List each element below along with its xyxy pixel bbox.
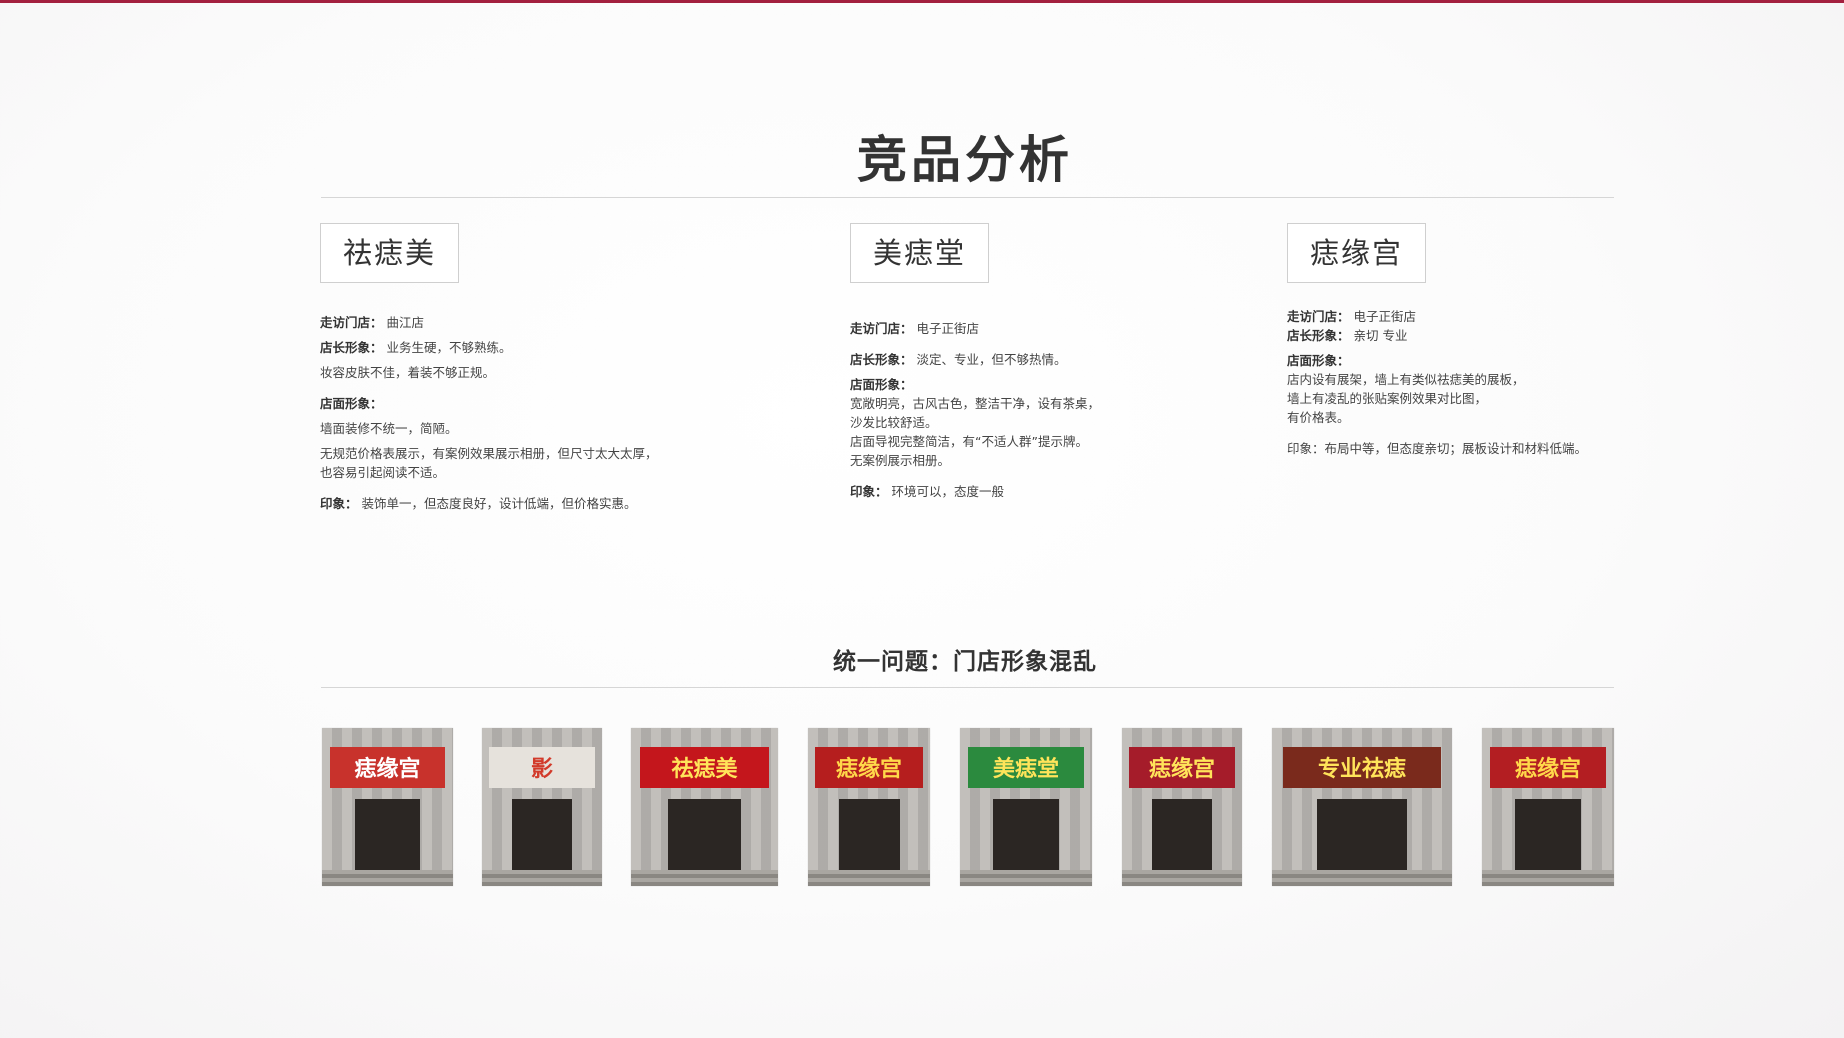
- storefront-photo: 美痣堂: [960, 728, 1092, 886]
- manager-row: 店长形象： 业务生硬，不够熟练。: [320, 338, 740, 357]
- store-sign: 专业祛痣: [1282, 746, 1442, 789]
- storefront-photo: 痣缘宫: [322, 728, 453, 886]
- store-line: 店内设有展架，墙上有类似祛痣美的展板，: [1287, 372, 1525, 387]
- storefront-photo: 痣缘宫: [1482, 728, 1614, 886]
- store-sign: 痣缘宫: [329, 746, 446, 789]
- store-sign: 痣缘宫: [815, 746, 923, 789]
- store-line: 墙面装修不统一，简陋。: [320, 421, 458, 436]
- manager-row: 店长形象： 亲切 专业: [1287, 326, 1647, 345]
- storefront-photo: 痣缘宫: [1122, 728, 1242, 886]
- competitor-column-1: 祛痣美 走访门店： 曲江店 店长形象： 业务生硬，不够熟练。 妆容皮肤不佳，着装…: [320, 223, 740, 513]
- impression-label: 印象：: [320, 496, 358, 511]
- impression-value: 装饰单一，但态度良好，设计低端，但价格实惠。: [361, 496, 637, 511]
- storefront-photo: 专业祛痣: [1272, 728, 1452, 886]
- manager-line: 淡定、专业，但不够热情。: [916, 352, 1067, 367]
- summary-divider: [321, 687, 1614, 688]
- store-label: 店面形象：: [320, 396, 383, 411]
- page-title: 竞品分析: [857, 130, 1073, 189]
- summary-heading: 统一问题：门店形象混乱: [833, 649, 1097, 675]
- competitor-column-2: 美痣堂 走访门店： 电子正街店 店长形象： 淡定、专业，但不够热情。 店面形象：…: [850, 223, 1270, 501]
- storefront-photo: 祛痣美: [631, 728, 778, 886]
- store-sign: 痣缘宫: [1129, 746, 1235, 789]
- visit-store-label: 走访门店：: [320, 315, 383, 330]
- manager-row: 店长形象： 淡定、专业，但不够热情。: [850, 350, 1270, 369]
- store-sign: 痣缘宫: [1489, 746, 1607, 789]
- title-divider: [321, 197, 1614, 198]
- manager-label: 店长形象：: [1287, 328, 1350, 343]
- store-label: 店面形象：: [1287, 353, 1350, 368]
- impression-row: 印象： 环境可以，态度一般: [850, 482, 1270, 501]
- storefront-photo-strip: 痣缘宫 影 祛痣美 痣缘宫 美痣堂 痣缘宫 专业祛痣 痣缘宫: [0, 728, 1844, 886]
- competitor-info: 走访门店： 电子正街店 店长形象： 淡定、专业，但不够热情。 店面形象： 宽敞明…: [850, 319, 1270, 501]
- store-sign: 祛痣美: [639, 746, 770, 789]
- store-sign: 美痣堂: [967, 746, 1085, 789]
- competitor-name-box: 美痣堂: [850, 223, 990, 283]
- top-accent-bar: [0, 0, 1844, 3]
- competitor-info: 走访门店： 电子正街店 店长形象： 亲切 专业 店面形象： 店内设有展架，墙上有…: [1287, 307, 1647, 458]
- visit-store-row: 走访门店： 曲江店: [320, 313, 740, 332]
- competitor-name-box: 痣缘宫: [1287, 223, 1427, 283]
- store-line: 有价格表。: [1287, 410, 1350, 425]
- store-line: 宽敞明亮，古风古色，整洁干净，设有茶桌，: [850, 396, 1101, 411]
- impression-value: 环境可以，态度一般: [891, 484, 1005, 499]
- store-line: 也容易引起阅读不适。: [320, 465, 446, 480]
- store-line: 沙发比较舒适。: [850, 415, 938, 430]
- store-line: 店面导视完整简洁，有“不适人群”提示牌。: [850, 434, 1088, 449]
- competitor-name-box: 祛痣美: [320, 223, 460, 283]
- manager-line: 业务生硬，不够熟练。: [386, 340, 512, 355]
- store-sign: 影: [489, 746, 595, 789]
- competitor-column-3: 痣缘宫 走访门店： 电子正街店 店长形象： 亲切 专业 店面形象： 店内设有展架…: [1287, 223, 1647, 458]
- visit-store-value: 曲江店: [386, 315, 425, 330]
- visit-store-row: 走访门店： 电子正街店: [1287, 307, 1647, 326]
- impression-label: 印象：: [1287, 441, 1325, 456]
- impression-row: 印象：布局中等，但态度亲切；展板设计和材料低端。: [1287, 439, 1647, 458]
- store-label: 店面形象：: [850, 377, 913, 392]
- visit-store-label: 走访门店：: [850, 321, 913, 336]
- storefront-photo: 影: [482, 728, 602, 886]
- competitor-info: 走访门店： 曲江店 店长形象： 业务生硬，不够熟练。 妆容皮肤不佳，着装不够正规…: [320, 313, 740, 513]
- impression-value: 布局中等，但态度亲切；展板设计和材料低端。: [1324, 441, 1588, 456]
- store-line: 墙上有凌乱的张贴案例效果对比图，: [1287, 391, 1488, 406]
- visit-store-value: 电子正街店: [916, 321, 980, 336]
- storefront-photo: 痣缘宫: [808, 728, 930, 886]
- visit-store-label: 走访门店：: [1287, 309, 1350, 324]
- store-line: 无案例展示相册。: [850, 453, 951, 468]
- manager-label: 店长形象：: [320, 340, 383, 355]
- manager-line: 亲切 专业: [1353, 328, 1408, 343]
- impression-label: 印象：: [850, 484, 888, 499]
- manager-line: 妆容皮肤不佳，着装不够正规。: [320, 365, 496, 380]
- manager-label: 店长形象：: [850, 352, 913, 367]
- visit-store-row: 走访门店： 电子正街店: [850, 319, 1270, 338]
- store-line: 无规范价格表展示，有案例效果展示相册，但尺寸太大太厚，: [320, 446, 658, 461]
- impression-row: 印象： 装饰单一，但态度良好，设计低端，但价格实惠。: [320, 494, 740, 513]
- visit-store-value: 电子正街店: [1353, 309, 1417, 324]
